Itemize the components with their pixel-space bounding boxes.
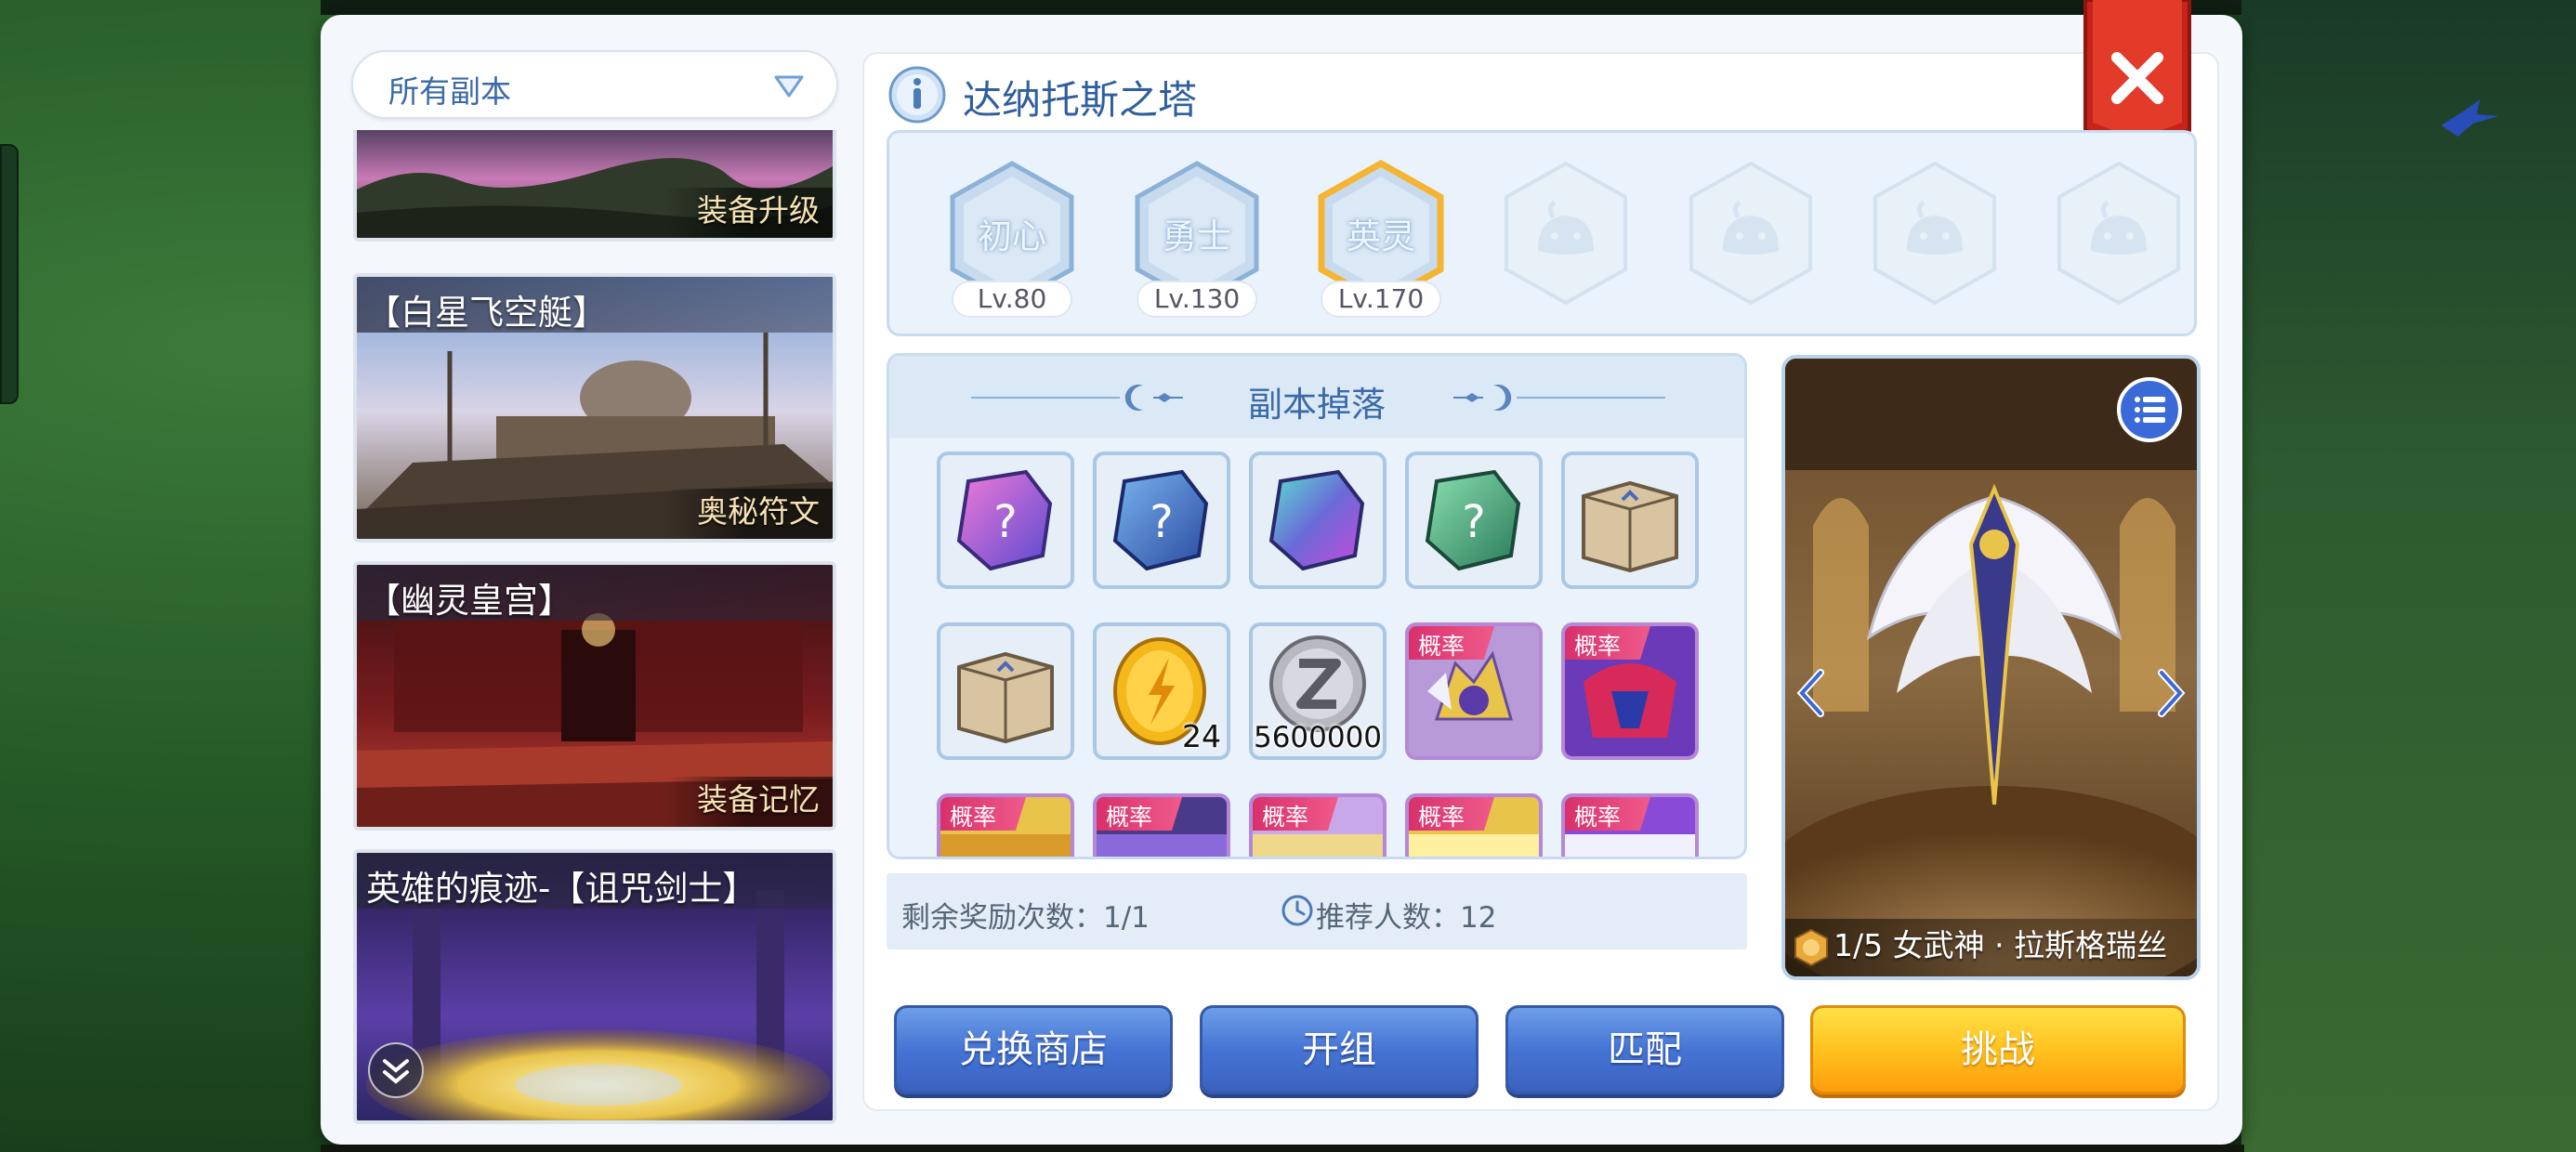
svg-text:?: ?	[1150, 496, 1173, 548]
double-chevron-down-icon	[383, 1059, 409, 1084]
difficulty-level: Lv.80	[952, 281, 1072, 318]
exchange-shop-button[interactable]: 兑换商店	[894, 1005, 1173, 1094]
probability-label: 概率	[1418, 633, 1465, 660]
probability-label: 概率	[1418, 804, 1465, 831]
drop-item-costume[interactable]: 概率	[1405, 793, 1543, 857]
dungeon-drops[interactable]: 副本掉落	[887, 353, 1747, 859]
probability-badge: 概率	[1409, 626, 1494, 660]
svg-text:?: ?	[993, 496, 1017, 548]
remaining-rewards: 剩余奖励次数：1/1	[901, 901, 1150, 935]
side-tab[interactable]	[0, 144, 19, 404]
difficulty-level: Lv.170	[1321, 281, 1441, 318]
challenge-button[interactable]: 挑战	[1810, 1005, 2186, 1094]
dropdown-label: 所有副本	[388, 73, 511, 110]
dungeon-card-title: 【幽灵皇宫】	[366, 581, 572, 621]
dungeon-stats-bar: 剩余奖励次数：1/1 推荐人数：12	[887, 873, 1747, 949]
dungeon-card-tag: 装备记忆	[697, 781, 820, 818]
lion-badge-icon	[1794, 928, 1828, 967]
difficulty-label: 勇士	[1163, 216, 1231, 256]
reward-preview[interactable]: 1/5 女武神 · 拉斯格瑞丝	[1781, 355, 2201, 980]
poring-lock-icon	[2057, 161, 2180, 306]
dungeon-card[interactable]: 【白星飞空艇】 奥秘符文	[353, 273, 836, 543]
dungeon-filter-dropdown[interactable]: 所有副本	[351, 50, 838, 119]
previous-arrow-icon[interactable]	[1793, 665, 1830, 721]
drop-item[interactable]: ?	[1093, 452, 1230, 589]
probability-label: 概率	[1574, 633, 1622, 660]
poring-lock-icon	[1873, 161, 1996, 306]
dungeon-card-title: 英雄的痕迹-【诅咒剑士】	[366, 869, 757, 909]
dungeon-card-tag: 奥秘符文	[697, 493, 820, 530]
item-count: 24	[1182, 718, 1221, 754]
dungeon-card[interactable]: 英雄的痕迹-【诅咒剑士】	[353, 849, 836, 1124]
probability-label: 概率	[950, 804, 997, 831]
drop-item[interactable]: ?	[1405, 452, 1543, 589]
difficulty-locked	[2054, 160, 2184, 307]
drop-item-costume[interactable]: 概率	[1561, 622, 1699, 760]
difficulty-locked	[1686, 160, 1816, 307]
item-count: 5600000	[1253, 721, 1383, 754]
drop-item-costume[interactable]: 概率	[1405, 622, 1543, 760]
difficulty-locked	[1501, 160, 1631, 307]
poring-lock-icon	[1505, 161, 1627, 306]
dungeon-card[interactable]: 【幽灵皇宫】 装备记忆	[353, 561, 836, 831]
poring-lock-icon	[1689, 161, 1812, 306]
drop-item[interactable]	[937, 622, 1074, 760]
probability-label: 概率	[1262, 804, 1309, 831]
ornament-right-icon	[1453, 385, 1665, 411]
background-right	[2241, 0, 2576, 1152]
drop-item[interactable]	[1249, 452, 1387, 589]
purple-mystery-gem-icon: ?	[956, 469, 1053, 571]
valkyrie-wings-art	[1785, 359, 2197, 976]
next-arrow-icon[interactable]	[2152, 665, 2189, 721]
form-group-button[interactable]: 开组	[1200, 1005, 1479, 1094]
drop-item[interactable]: 5600000	[1249, 622, 1387, 760]
drop-row-partial: 概率 概率 概率 概率 概率	[887, 790, 1747, 857]
dungeon-card-tag: 装备升级	[697, 192, 820, 229]
dungeon-title: 达纳托斯之塔	[963, 77, 1198, 123]
difficulty-level: Lv.130	[1137, 281, 1257, 318]
recommended-players: 推荐人数：12	[1316, 901, 1497, 935]
supply-box-icon	[957, 651, 1054, 744]
blue-mystery-gem-icon: ?	[1112, 469, 1209, 571]
dungeon-card[interactable]: 装备升级	[353, 130, 836, 242]
drop-item-costume[interactable]: 概率	[1093, 793, 1230, 857]
difficulty-label: 初心	[978, 216, 1046, 256]
probability-badge: 概率	[1565, 626, 1650, 660]
background-bottom	[321, 1145, 2244, 1152]
probability-badge: 概率	[1565, 797, 1650, 831]
clock-icon	[1281, 895, 1313, 926]
probability-badge: 概率	[1409, 797, 1494, 831]
difficulty-label: 英灵	[1347, 216, 1415, 256]
green-mystery-gem-icon: ?	[1425, 469, 1521, 571]
chevron-down-icon	[774, 75, 804, 98]
supply-box-icon	[1582, 480, 1678, 573]
drop-item-costume[interactable]: 概率	[1561, 793, 1699, 857]
list-icon[interactable]	[2115, 375, 2184, 444]
probability-label: 概率	[1106, 804, 1153, 831]
drop-item[interactable]: ?	[937, 452, 1074, 589]
difficulty-locked	[1870, 160, 2000, 307]
background-top	[321, 0, 2244, 15]
scroll-down-button[interactable]	[368, 1042, 424, 1098]
reward-caption: 1/5 女武神 · 拉斯格瑞丝	[1833, 927, 2168, 963]
drop-item[interactable]: 24	[1093, 622, 1230, 760]
rainbow-gem-icon	[1268, 469, 1365, 571]
drop-item[interactable]	[1561, 452, 1699, 589]
match-button[interactable]: 匹配	[1505, 1005, 1784, 1094]
info-icon[interactable]	[887, 65, 947, 124]
probability-badge: 概率	[1253, 797, 1338, 831]
probability-label: 概率	[1574, 804, 1622, 831]
drop-item-costume[interactable]: 概率	[1249, 793, 1387, 857]
dungeon-card-title: 【白星飞空艇】	[366, 293, 607, 333]
probability-badge: 概率	[940, 797, 1026, 831]
probability-badge: 概率	[1097, 797, 1182, 831]
bird-icon	[2441, 99, 2499, 137]
drop-item-costume[interactable]: 概率	[937, 793, 1074, 857]
dungeon-list[interactable]: 装备升级 【白星飞空艇】 奥秘符文 【幽灵皇宫】 装备记忆 英雄的痕迹-【诅咒剑…	[351, 130, 838, 1124]
svg-text:?: ?	[1462, 496, 1485, 548]
